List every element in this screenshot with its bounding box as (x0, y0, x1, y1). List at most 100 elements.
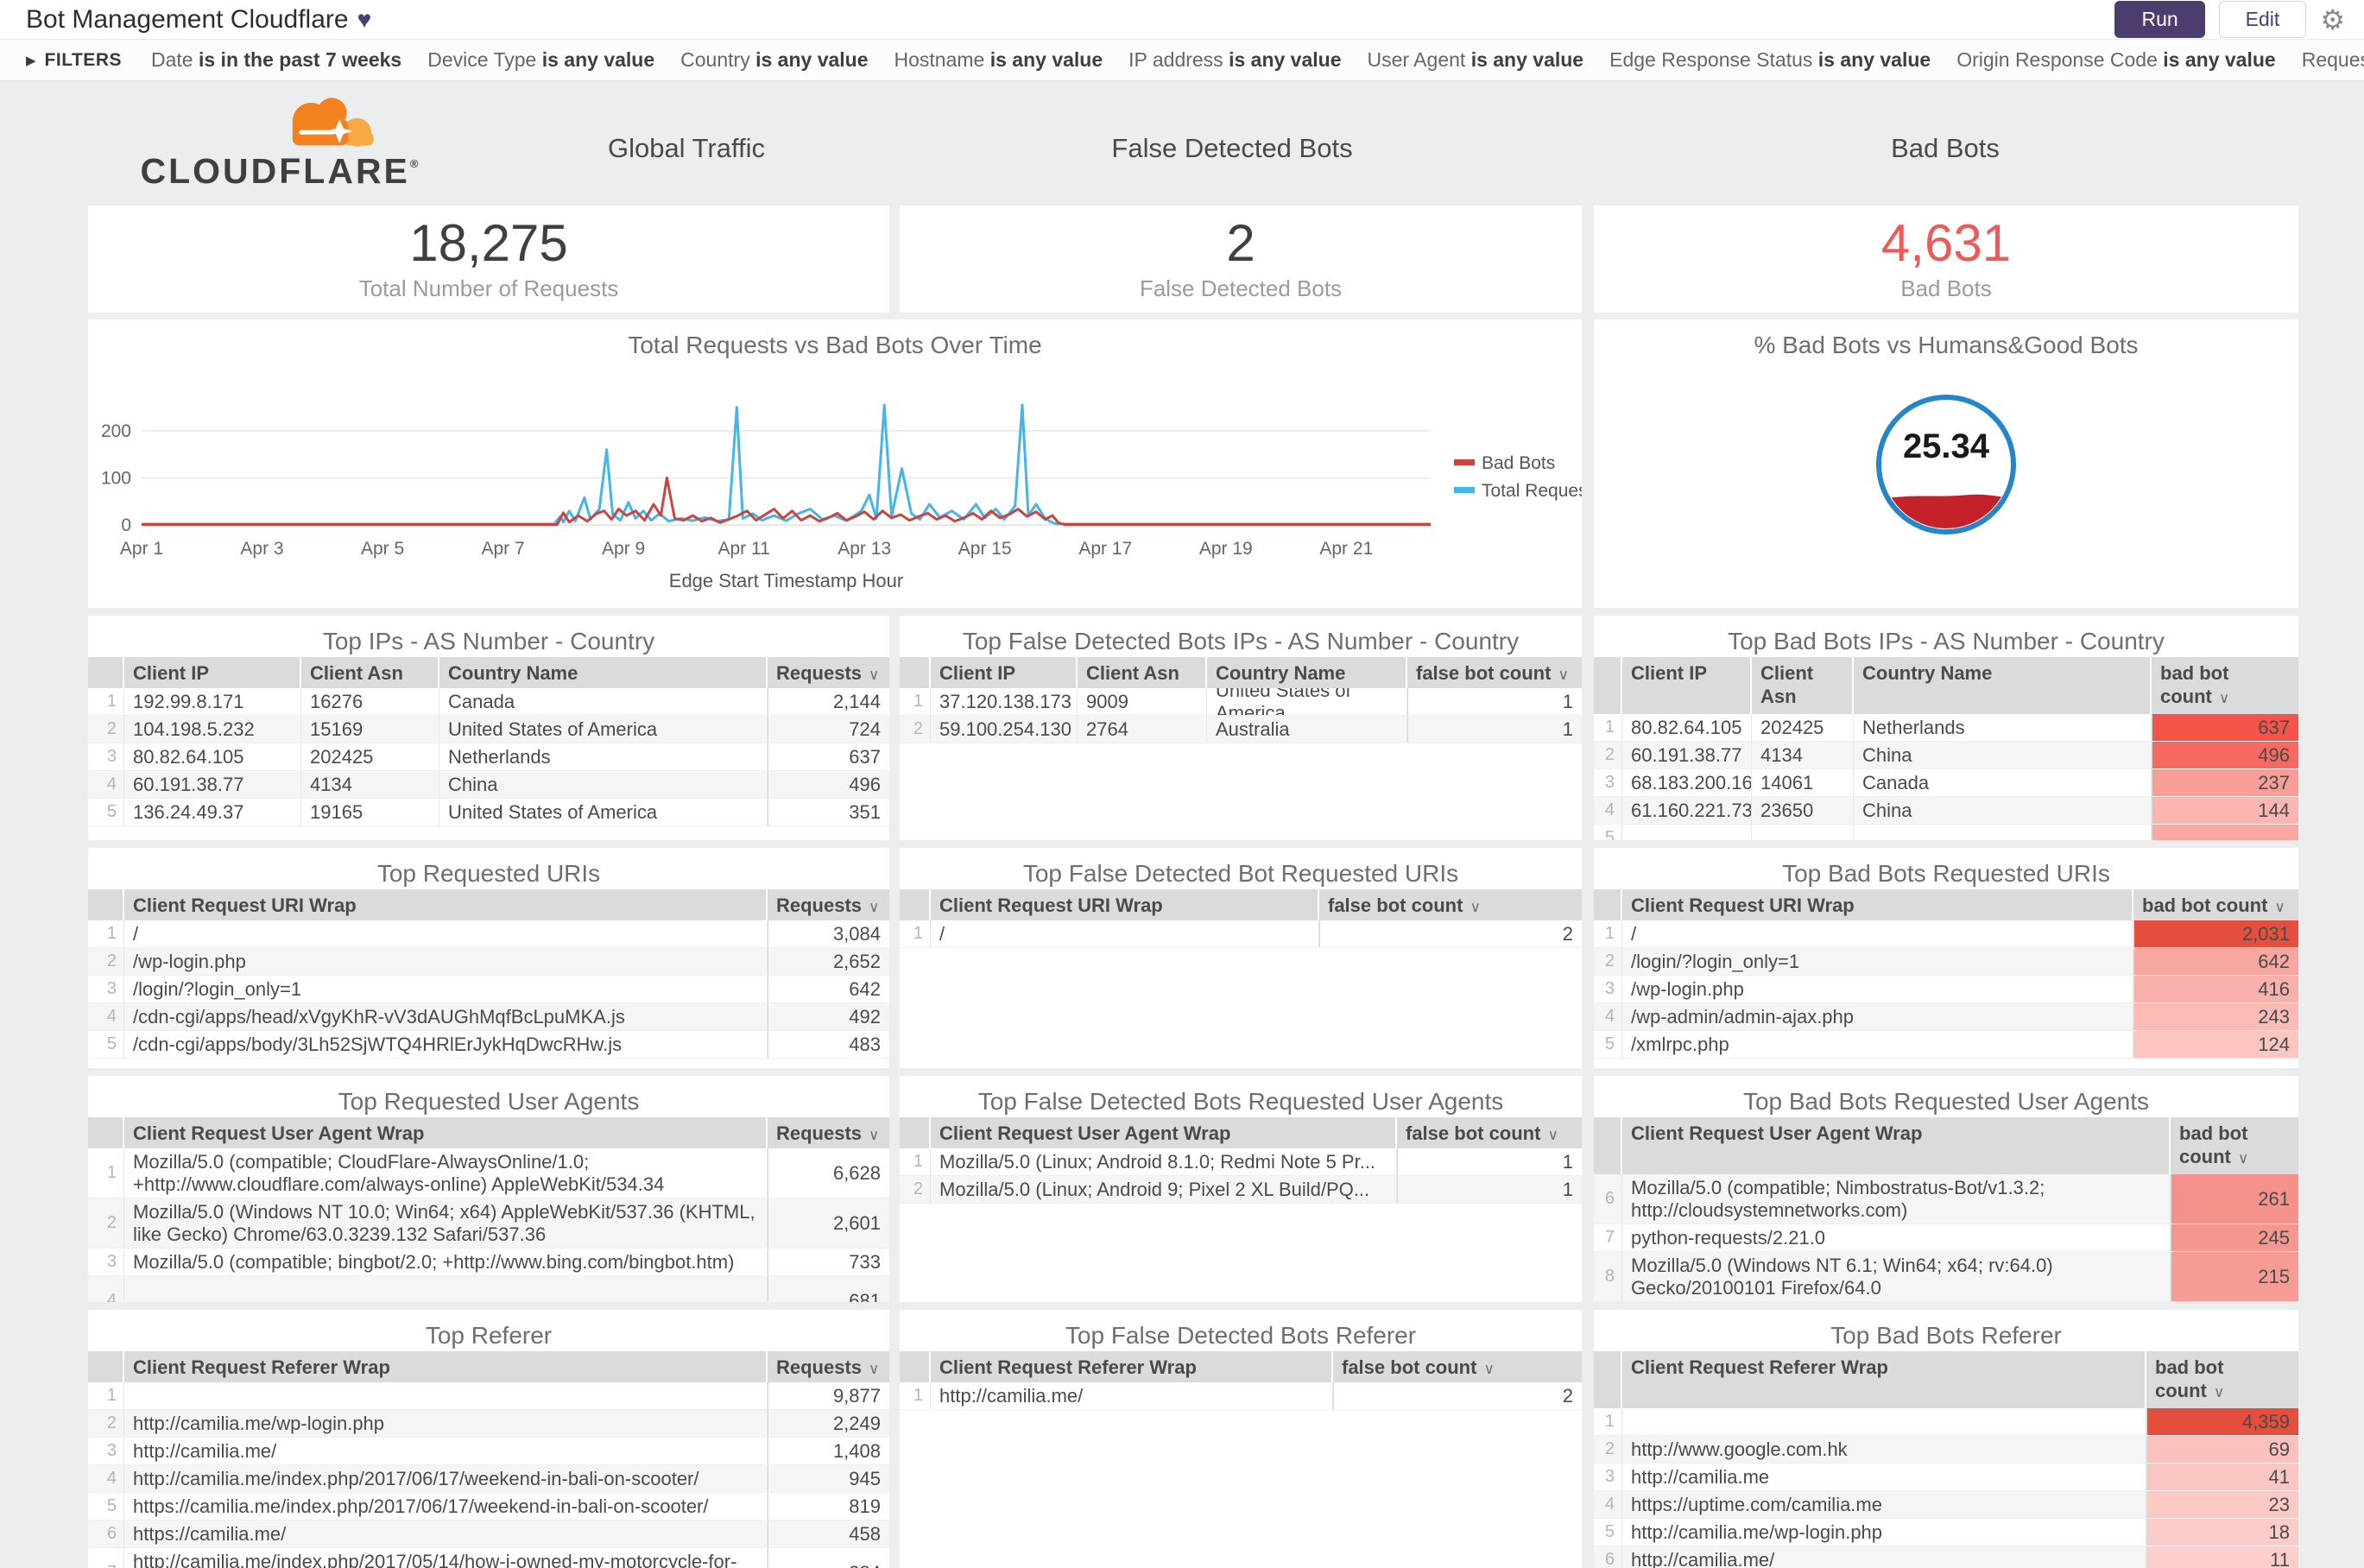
column-header[interactable]: Requests ∨ (768, 889, 889, 920)
table-cell[interactable]: Mozilla/5.0 (Linux; Android 8.1.0; Redmi… (931, 1148, 1397, 1175)
table-cell[interactable]: 416 (2133, 976, 2298, 1002)
table-cell[interactable]: 215 (2171, 1252, 2298, 1301)
table-cell[interactable]: 2,601 (768, 1198, 889, 1248)
table-cell[interactable] (124, 1276, 768, 1302)
table-cell[interactable]: United States of America (439, 716, 768, 743)
table-cell[interactable]: http://camilia.me/index.php/2017/06/17/w… (124, 1465, 768, 1492)
filter-chip[interactable]: Request URI is any value (2302, 48, 2364, 71)
table-cell[interactable]: http://camilia.me/ (124, 1438, 768, 1464)
table-cell[interactable]: 3,084 (768, 920, 889, 947)
edit-button[interactable]: Edit (2218, 1, 2307, 38)
table-cell[interactable] (1622, 825, 1752, 840)
table-cell[interactable]: 1 (1397, 1176, 1582, 1203)
table-cell[interactable]: 18 (2146, 1519, 2298, 1546)
table-cell[interactable]: 136.24.49.37 (124, 799, 301, 825)
table-cell[interactable]: 14061 (1752, 769, 1854, 796)
table-cell[interactable]: 23650 (1752, 797, 1854, 824)
table-cell[interactable]: 11 (2146, 1546, 2298, 1568)
table-cell[interactable]: 2,031 (2133, 920, 2298, 947)
table-cell[interactable]: 2,652 (768, 948, 889, 975)
table-cell[interactable]: Mozilla/5.0 (Windows NT 6.1; Win64; x64;… (1622, 1252, 2171, 1301)
table-cell[interactable]: 9,877 (768, 1382, 889, 1409)
table-cell[interactable]: http://camilia.me/ (1622, 1546, 2146, 1568)
column-header[interactable]: bad bot count ∨ (2146, 1351, 2298, 1408)
table-cell[interactable]: Canada (439, 688, 768, 715)
table-cell[interactable]: 2764 (1078, 716, 1207, 743)
table-cell[interactable]: /login/?login_only=1 (124, 976, 768, 1002)
column-header[interactable]: Client Request User Agent Wrap (124, 1117, 768, 1148)
column-header[interactable]: bad bot count ∨ (2152, 657, 2298, 714)
table-cell[interactable]: 61.160.221.73 (1622, 797, 1752, 824)
table-cell[interactable]: 284 (768, 1548, 889, 1568)
table-cell[interactable]: https://camilia.me/ (124, 1521, 768, 1547)
column-header[interactable]: false bot count ∨ (1397, 1117, 1582, 1148)
table-cell[interactable]: 124 (2133, 1031, 2298, 1058)
table-cell[interactable]: 4134 (301, 771, 439, 798)
table-cell[interactable]: 245 (2171, 1224, 2298, 1251)
column-header[interactable]: Client Request URI Wrap (931, 889, 1319, 920)
table-cell[interactable] (2152, 825, 2298, 840)
column-header[interactable]: Client Request Referer Wrap (931, 1351, 1333, 1382)
table-cell[interactable]: 1 (1407, 688, 1582, 715)
column-header[interactable]: bad bot count ∨ (2171, 1117, 2298, 1174)
table-cell[interactable]: China (1854, 742, 2152, 768)
table-cell[interactable]: 261 (2171, 1174, 2298, 1223)
table-cell[interactable]: / (124, 920, 768, 947)
column-header[interactable]: Client Request Referer Wrap (1622, 1351, 2146, 1408)
column-header[interactable]: false bot count ∨ (1333, 1351, 1582, 1382)
table-cell[interactable]: 16276 (301, 688, 439, 715)
table-cell[interactable]: Netherlands (1854, 714, 2152, 741)
table-cell[interactable]: 351 (768, 799, 889, 825)
table-cell[interactable]: /xmlrpc.php (1622, 1031, 2133, 1058)
table-cell[interactable]: 496 (2152, 742, 2298, 768)
table-cell[interactable]: /wp-login.php (1622, 976, 2133, 1002)
run-button[interactable]: Run (2114, 1, 2205, 38)
table-cell[interactable]: 724 (768, 716, 889, 743)
table-cell[interactable]: 144 (2152, 797, 2298, 824)
table-cell[interactable]: 41 (2146, 1464, 2298, 1490)
table-cell[interactable]: 496 (768, 771, 889, 798)
filter-chip[interactable]: Date is in the past 7 weeks (151, 48, 401, 71)
column-header[interactable]: Client Asn (1078, 657, 1207, 688)
column-header[interactable]: Requests ∨ (768, 1351, 889, 1382)
table-cell[interactable]: 69 (2146, 1436, 2298, 1463)
filter-chip[interactable]: Origin Response Code is any value (1956, 48, 2276, 71)
filter-chip[interactable]: Hostname is any value (894, 48, 1103, 71)
column-header[interactable]: Client Request User Agent Wrap (1622, 1117, 2171, 1174)
table-cell[interactable]: 80.82.64.105 (124, 743, 301, 770)
table-cell[interactable]: Mozilla/5.0 (compatible; bingbot/2.0; +h… (124, 1249, 768, 1275)
table-cell[interactable]: http://www.google.com.hk (1622, 1436, 2146, 1463)
table-cell[interactable]: /login/?login_only=1 (1622, 948, 2133, 975)
column-header[interactable]: false bot count ∨ (1407, 657, 1582, 688)
table-cell[interactable] (124, 1382, 768, 1409)
table-cell[interactable]: Australia (1207, 716, 1407, 743)
table-cell[interactable]: 202425 (1752, 714, 1854, 741)
table-cell[interactable]: 681 (768, 1276, 889, 1302)
table-cell[interactable] (1854, 825, 2152, 840)
column-header[interactable]: Client IP (1622, 657, 1752, 714)
table-cell[interactable]: 637 (768, 743, 889, 770)
table-cell[interactable]: Mozilla/5.0 (Linux; Android 9; Pixel 2 X… (931, 1176, 1397, 1203)
table-cell[interactable]: /wp-login.php (124, 948, 768, 975)
table-cell[interactable]: /wp-admin/admin-ajax.php (1622, 1003, 2133, 1030)
column-header[interactable]: Client Request URI Wrap (124, 889, 768, 920)
table-cell[interactable]: /cdn-cgi/apps/body/3Lh52SjWTQ4HRlErJykHq… (124, 1031, 768, 1058)
table-cell[interactable]: 2,249 (768, 1410, 889, 1437)
table-cell[interactable]: 2,144 (768, 688, 889, 715)
column-header[interactable]: Client Request URI Wrap (1622, 889, 2133, 920)
table-cell[interactable]: /cdn-cgi/apps/head/xVgyKhR-vV3dAUGhMqfBc… (124, 1003, 768, 1030)
table-cell[interactable]: 60.191.38.77 (1622, 742, 1752, 768)
table-cell[interactable]: Mozilla/5.0 (compatible; CloudFlare-Alwa… (124, 1148, 768, 1198)
column-header[interactable]: Country Name (1854, 657, 2152, 714)
table-cell[interactable]: 1 (1397, 1148, 1582, 1175)
table-cell[interactable]: https://camilia.me/index.php/2017/06/17/… (124, 1493, 768, 1520)
table-cell[interactable] (1752, 825, 1854, 840)
table-cell[interactable]: Mozilla/5.0 (compatible; Nimbostratus-Bo… (1622, 1174, 2171, 1223)
table-cell[interactable]: http://camilia.me/wp-login.php (1622, 1519, 2146, 1546)
column-header[interactable]: Client Asn (1752, 657, 1854, 714)
filter-chip[interactable]: Edge Response Status is any value (1609, 48, 1931, 71)
table-cell[interactable]: 37.120.138.173 (931, 688, 1078, 715)
table-cell[interactable]: China (1854, 797, 2152, 824)
column-header[interactable]: Client IP (124, 657, 301, 688)
table-cell[interactable]: 4,359 (2146, 1408, 2298, 1435)
